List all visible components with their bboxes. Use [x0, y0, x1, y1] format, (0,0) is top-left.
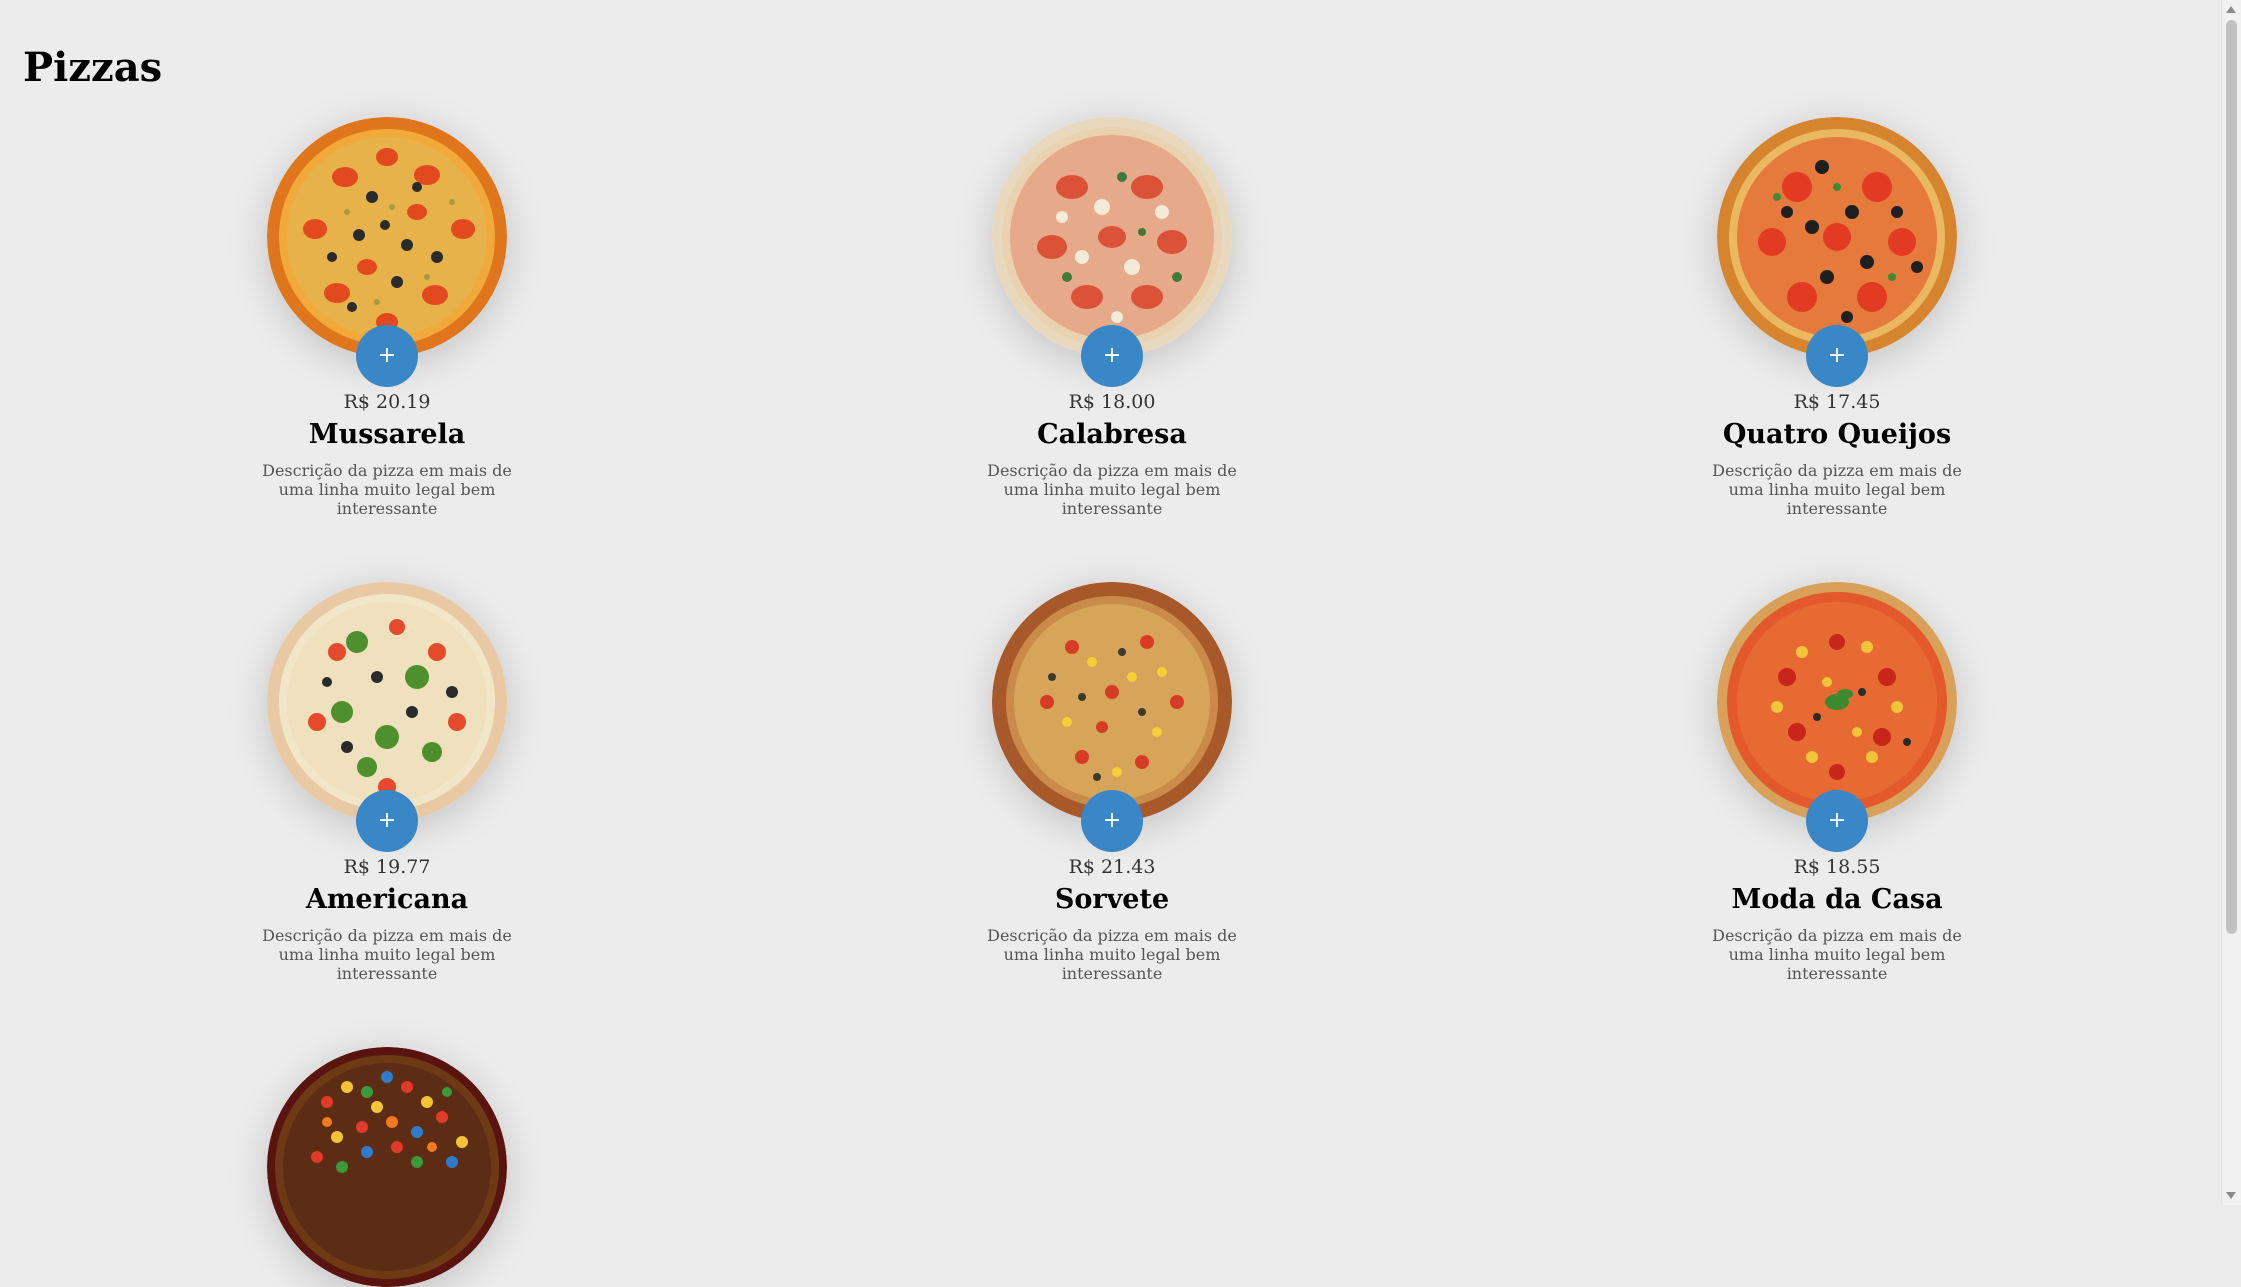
pizza-image[interactable]	[1717, 582, 1957, 822]
vertical-scrollbar[interactable]	[2221, 0, 2241, 1205]
pizza-price: R$ 20.19	[343, 391, 431, 413]
add-button[interactable]: +	[1081, 325, 1143, 387]
pizza-price: R$ 17.45	[1793, 391, 1881, 413]
scroll-up-arrow-icon[interactable]	[2226, 6, 2236, 13]
pizza-price: R$ 19.77	[343, 856, 431, 878]
pizza-image[interactable]	[267, 1047, 507, 1287]
pizza-name: Americana	[305, 884, 469, 915]
scroll-thumb[interactable]	[2226, 20, 2237, 934]
pizza-price: R$ 18.00	[1068, 391, 1156, 413]
pizza-description: Descrição da pizza em mais de uma linha …	[1712, 926, 1962, 983]
pizza-description: Descrição da pizza em mais de uma linha …	[262, 461, 512, 518]
pizza-name: Quatro Queijos	[1722, 419, 1952, 450]
add-button[interactable]: +	[1081, 790, 1143, 852]
pizza-price: R$ 21.43	[1068, 856, 1156, 878]
pizza-name: Sorvete	[1054, 884, 1170, 915]
pizza-description: Descrição da pizza em mais de uma linha …	[1712, 461, 1962, 518]
pizza-name: Calabresa	[1037, 419, 1187, 450]
pizza-name: Mussarela	[308, 419, 466, 450]
add-button[interactable]: +	[356, 325, 418, 387]
pizza-description: Descrição da pizza em mais de uma linha …	[987, 461, 1237, 518]
pizza-image[interactable]	[267, 582, 507, 822]
add-button[interactable]: +	[356, 790, 418, 852]
pizza-image[interactable]	[267, 117, 507, 357]
pizza-name: Moda da Casa	[1731, 884, 1943, 915]
scroll-down-arrow-icon[interactable]	[2226, 1192, 2236, 1199]
pizza-grid: + R$ 20.19 Mussarela Descrição da pizza …	[0, 0, 2222, 1287]
pizza-price: R$ 18.55	[1793, 856, 1881, 878]
pizza-image[interactable]	[992, 582, 1232, 822]
pizza-image[interactable]	[992, 117, 1232, 357]
add-button[interactable]: +	[1806, 790, 1868, 852]
pizza-description: Descrição da pizza em mais de uma linha …	[987, 926, 1237, 983]
pizza-description: Descrição da pizza em mais de uma linha …	[262, 926, 512, 983]
pizza-image[interactable]	[1717, 117, 1957, 357]
add-button[interactable]: +	[1806, 325, 1868, 387]
